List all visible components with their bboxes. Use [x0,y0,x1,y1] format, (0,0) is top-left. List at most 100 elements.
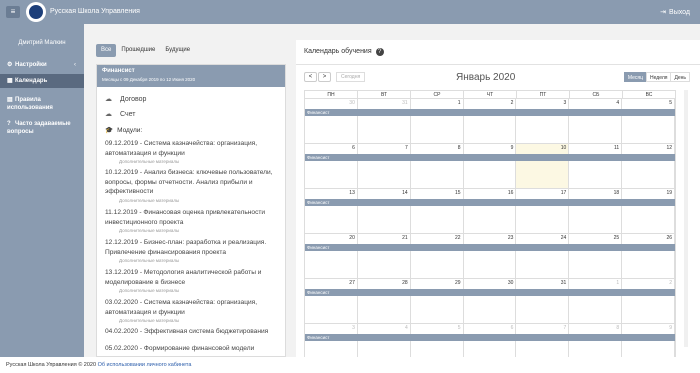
module-materials-link[interactable]: Дополнительные материалы [119,318,281,323]
tab-past[interactable]: Прошедшие [116,44,160,57]
day-number[interactable]: 6 [352,145,355,151]
day-number[interactable]: 23 [508,235,514,241]
calendar-day-cell[interactable]: 30 [464,279,517,323]
calendar-day-cell[interactable]: 21 [358,234,411,278]
calendar-day-cell[interactable]: 28 [358,279,411,323]
calendar-event[interactable]: Финансист [305,109,675,116]
calendar-day-cell[interactable]: 14 [358,189,411,233]
day-number[interactable]: 8 [458,145,461,151]
module-item[interactable]: 10.12.2019 - Анализ бизнеса: ключевые по… [105,168,281,203]
day-number[interactable]: 29 [455,280,461,286]
sidebar-item-faq[interactable]: ? Часто задаваемые вопросы [0,120,84,136]
calendar-day-cell[interactable]: 1 [569,279,623,323]
module-item[interactable]: 09.12.2019 - Система казначейства: орган… [105,139,281,164]
calendar-event[interactable]: Финансист [305,154,675,161]
module-title[interactable]: 03.02.2020 - Система казначейства: орган… [105,298,281,317]
calendar-day-cell[interactable]: 3 [516,99,570,143]
module-title[interactable]: 05.02.2020 - Формирование финансовой мод… [105,344,281,356]
day-number[interactable]: 28 [402,280,408,286]
calendar-day-cell[interactable]: 20 [305,234,358,278]
calendar-day-cell[interactable]: 2 [622,279,676,323]
day-number[interactable]: 18 [614,190,620,196]
module-title[interactable]: 13.12.2019 - Методология аналитической р… [105,268,281,287]
day-number[interactable]: 22 [455,235,461,241]
view-month-button[interactable]: Месяц [623,72,647,82]
calendar-day-cell[interactable]: 23 [464,234,517,278]
module-item[interactable]: 05.02.2020 - Формирование финансовой мод… [105,344,281,356]
calendar-event[interactable]: Финансист [305,289,675,296]
module-title[interactable]: 10.12.2019 - Анализ бизнеса: ключевые по… [105,168,281,197]
module-title[interactable]: 12.12.2019 - Бизнес-план: разработка и р… [105,238,281,257]
footer-terms-link[interactable]: Об использовании личного кабинета [98,362,192,368]
calendar-day-cell[interactable]: 2 [464,99,517,143]
day-number[interactable]: 13 [349,190,355,196]
logo[interactable] [26,2,46,22]
calendar-day-cell[interactable]: 6 [305,144,358,188]
module-item[interactable]: 03.02.2020 - Система казначейства: орган… [105,298,281,323]
day-number[interactable]: 11 [614,145,619,151]
calendar-day-cell[interactable]: 12 [622,144,676,188]
calendar-day-cell[interactable]: 8 [411,144,464,188]
day-number[interactable]: 7 [405,145,408,151]
calendar-day-cell[interactable]: 16 [464,189,517,233]
day-number[interactable]: 10 [561,145,567,151]
day-number[interactable]: 25 [614,235,620,241]
day-number[interactable]: 2 [669,280,672,286]
calendar-event[interactable]: Финансист [305,334,675,341]
calendar-day-cell[interactable]: 17 [516,189,570,233]
calendar-day-cell[interactable]: 25 [569,234,623,278]
day-number[interactable]: 9 [511,145,514,151]
prev-month-button[interactable]: < [304,72,317,82]
day-number[interactable]: 5 [458,325,461,331]
tab-all[interactable]: Все [96,44,117,57]
day-number[interactable]: 31 [402,100,408,106]
logout-button[interactable]: ⇥ Выход [660,8,690,16]
calendar-day-cell[interactable]: 1 [411,99,464,143]
day-number[interactable]: 26 [666,235,672,241]
module-item[interactable]: 04.02.2020 - Эффективная система бюджети… [105,327,281,337]
calendar-day-cell[interactable]: 27 [305,279,358,323]
day-number[interactable]: 15 [455,190,461,196]
calendar-day-cell[interactable]: 7 [358,144,411,188]
view-day-button[interactable]: День [670,72,690,82]
next-month-button[interactable]: > [318,72,331,82]
calendar-day-cell[interactable]: 13 [305,189,358,233]
day-number[interactable]: 19 [666,190,672,196]
sidebar-item-rules[interactable]: ▤ Правила использования [0,96,84,112]
calendar-day-cell[interactable]: 15 [411,189,464,233]
day-number[interactable]: 20 [349,235,355,241]
calendar-day-cell[interactable]: 19 [622,189,676,233]
module-materials-link[interactable]: Дополнительные материалы [119,288,281,293]
course-header[interactable]: Финансист Месяцы с 09 Декабря 2019 по 12… [97,65,285,87]
calendar-day-cell[interactable]: 5 [622,99,676,143]
day-number[interactable]: 21 [402,235,408,241]
day-number[interactable]: 4 [616,100,619,106]
module-materials-link[interactable]: Дополнительные материалы [119,228,281,233]
day-number[interactable]: 24 [561,235,567,241]
module-materials-link[interactable]: Дополнительные материалы [119,159,281,164]
invoice-link[interactable]: ☁ Счет [105,110,136,118]
module-materials-link[interactable]: Дополнительные материалы [119,258,281,263]
calendar-event[interactable]: Финансист [305,199,675,206]
module-materials-link[interactable]: Дополнительные материалы [119,198,281,203]
calendar-day-cell[interactable]: 26 [622,234,676,278]
calendar-day-cell[interactable]: 9 [464,144,517,188]
day-number[interactable]: 31 [561,280,567,286]
day-number[interactable]: 12 [666,145,672,151]
tab-future[interactable]: Будущие [160,44,195,57]
day-number[interactable]: 8 [616,325,619,331]
day-number[interactable]: 6 [511,325,514,331]
day-number[interactable]: 14 [402,190,408,196]
calendar-day-cell[interactable]: 31 [358,99,411,143]
calendar-scrollbar[interactable] [684,90,688,347]
day-number[interactable]: 3 [352,325,355,331]
day-number[interactable]: 3 [564,100,567,106]
day-number[interactable]: 16 [508,190,514,196]
day-number[interactable]: 30 [349,100,355,106]
day-number[interactable]: 17 [561,190,567,196]
calendar-day-cell[interactable]: 11 [569,144,623,188]
contract-link[interactable]: ☁ Договор [105,95,146,103]
day-number[interactable]: 9 [669,325,672,331]
calendar-day-cell[interactable]: 24 [516,234,570,278]
module-item[interactable]: 11.12.2019 - Финансовая оценка привлекат… [105,208,281,233]
